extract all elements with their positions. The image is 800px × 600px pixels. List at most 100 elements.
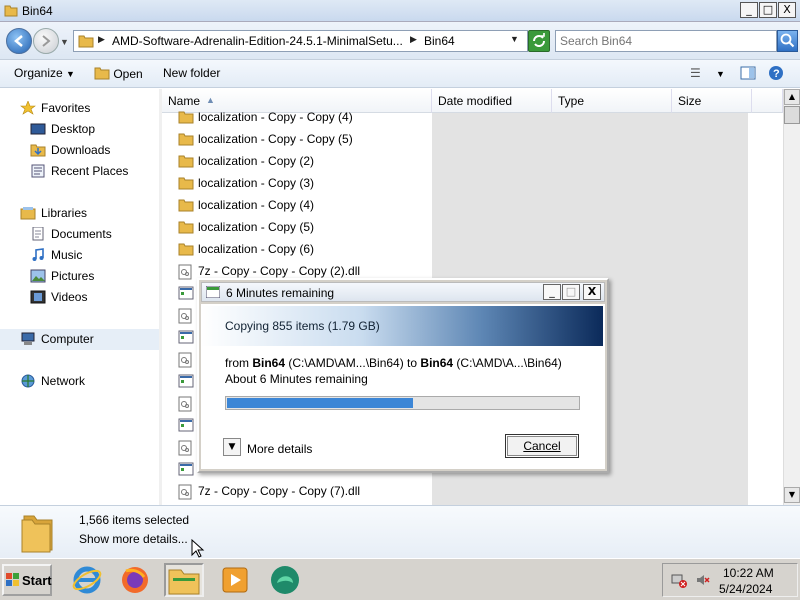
minimize-button[interactable]: _ (740, 2, 758, 18)
taskbar-edge[interactable] (268, 563, 302, 597)
network-icon (21, 374, 35, 388)
media-player-icon (222, 567, 248, 593)
videos-icon (30, 290, 46, 304)
navigation-pane: Favorites Desktop Downloads Recent Place… (0, 89, 159, 505)
dialog-close-button[interactable]: X (583, 284, 601, 300)
copy-window-icon (206, 286, 220, 298)
command-toolbar: Organize ▼ Open New folder ☰ ▼ ? (0, 60, 800, 88)
clock-time[interactable]: 10:22 AM (723, 566, 774, 580)
maximize-button[interactable]: □ (759, 2, 777, 18)
file-row[interactable]: localization - Copy - Copy (4) (162, 107, 783, 129)
dialog-minimize-button[interactable]: _ (543, 284, 561, 300)
nav-downloads[interactable]: Downloads (0, 140, 159, 161)
file-row[interactable]: localization - Copy (2) (162, 151, 783, 173)
address-field[interactable]: ▶ AMD-Software-Adrenalin-Edition-24.5.1-… (73, 30, 528, 52)
destination-folder-link[interactable]: Bin64 (420, 356, 453, 370)
file-row[interactable]: localization - Copy (3) (162, 173, 783, 195)
taskbar-firefox[interactable] (118, 563, 152, 597)
copy-progress-dialog: 6 Minutes remaining _ □ X Copying 855 it… (197, 278, 609, 473)
multiple-folders-icon (21, 515, 53, 553)
forward-button[interactable] (33, 28, 59, 54)
dll-file-icon (178, 308, 192, 327)
back-button[interactable] (6, 28, 32, 54)
dialog-title-bar[interactable]: 6 Minutes remaining _ □ X (201, 282, 605, 302)
network-alert-icon[interactable] (671, 572, 687, 588)
file-row[interactable]: localization - Copy (6) (162, 239, 783, 261)
nav-favorites[interactable]: Favorites (0, 98, 159, 119)
file-name: 7z - Copy - Copy - Copy (2).dll (198, 264, 361, 278)
file-row[interactable]: localization - Copy (4) (162, 195, 783, 217)
vertical-scrollbar[interactable]: ▲ ▼ (783, 89, 800, 505)
taskbar-internet-explorer[interactable] (70, 563, 104, 597)
libraries-icon (20, 207, 36, 220)
breadcrumb-chevron-icon[interactable]: ▶ (98, 34, 105, 45)
music-icon (32, 248, 44, 261)
cancel-button[interactable]: Cancel (505, 434, 579, 458)
scroll-thumb[interactable] (784, 106, 800, 124)
search-box[interactable] (555, 30, 777, 52)
views-icon[interactable]: ☰ (690, 66, 701, 80)
organize-button[interactable]: Organize ▼ (14, 66, 75, 80)
nav-recent-places[interactable]: Recent Places (0, 161, 159, 182)
close-button[interactable]: X (778, 2, 796, 18)
nav-computer[interactable]: Computer (0, 329, 159, 350)
taskbar-media-player[interactable] (218, 563, 252, 597)
firefox-icon (122, 567, 148, 593)
open-button[interactable]: Open (94, 66, 143, 81)
address-history-dropdown[interactable]: ▼ (510, 34, 519, 44)
recent-pages-dropdown[interactable]: ▼ (60, 37, 69, 47)
clock-date[interactable]: 5/24/2024 (719, 582, 772, 596)
preview-pane-icon[interactable] (740, 66, 756, 80)
more-details-toggle[interactable]: ▼ (223, 438, 241, 456)
more-details-label[interactable]: More details (247, 442, 312, 456)
edge-icon (271, 566, 299, 594)
file-name: localization - Copy - Copy (4) (198, 110, 353, 124)
dll-file-icon (178, 440, 192, 459)
desktop-icon (30, 123, 46, 135)
breadcrumb-chevron-icon[interactable]: ▶ (410, 34, 417, 45)
nav-desktop[interactable]: Desktop (0, 119, 159, 140)
nav-label: Music (51, 248, 83, 262)
search-input[interactable] (560, 33, 770, 49)
back-arrow-icon (14, 35, 23, 47)
scroll-up-button[interactable]: ▲ (784, 89, 800, 105)
folder-icon (178, 176, 194, 193)
dialog-banner: Copying 855 items (1.79 GB) (201, 306, 603, 346)
start-button[interactable]: Start (2, 564, 52, 596)
file-row[interactable]: localization - Copy (5) (162, 217, 783, 239)
nav-network[interactable]: Network (0, 371, 159, 392)
refresh-button[interactable] (528, 30, 550, 52)
application-icon (178, 330, 194, 347)
file-row[interactable]: 7z - Copy - Copy - Copy (7).dll (162, 481, 783, 503)
help-icon[interactable]: ? (768, 65, 784, 81)
breadcrumb-parent[interactable]: AMD-Software-Adrenalin-Edition-24.5.1-Mi… (112, 34, 403, 48)
time-remaining: About 6 Minutes remaining (225, 372, 368, 386)
nav-documents[interactable]: Documents (0, 224, 159, 245)
nav-label: Downloads (51, 143, 111, 157)
dialog-body: Copying 855 items (1.79 GB) from Bin64 (… (201, 304, 605, 469)
file-name: localization - Copy (2) (198, 154, 315, 168)
scroll-down-button[interactable]: ▼ (784, 487, 800, 503)
nav-libraries[interactable]: Libraries (0, 203, 159, 224)
views-dropdown-icon[interactable]: ▼ (716, 69, 725, 79)
file-row[interactable]: localization - Copy - Copy (5) (162, 129, 783, 151)
copy-from-to: from Bin64 (C:\AMD\AM...\Bin64) to Bin64… (225, 356, 562, 370)
source-folder-link[interactable]: Bin64 (252, 356, 285, 370)
new-folder-button[interactable]: New folder (163, 66, 220, 80)
start-label: Start (22, 573, 52, 588)
nav-music[interactable]: Music (0, 245, 159, 266)
breadcrumb-current[interactable]: Bin64 (424, 34, 455, 48)
nav-videos[interactable]: Videos (0, 287, 159, 308)
file-name: localization - Copy (5) (198, 220, 315, 234)
nav-pictures[interactable]: Pictures (0, 266, 159, 287)
show-more-details-link[interactable]: Show more details... (79, 532, 188, 546)
system-tray: 10:22 AM 5/24/2024 (662, 563, 798, 597)
taskbar-explorer[interactable] (164, 563, 204, 597)
search-button[interactable] (777, 30, 798, 52)
chevron-down-icon: ▼ (66, 69, 75, 79)
copy-heading: Copying 855 items (1.79 GB) (225, 319, 380, 333)
forward-arrow-icon (42, 35, 51, 47)
volume-muted-icon[interactable] (695, 572, 711, 588)
nav-label: Documents (51, 227, 112, 241)
column-label: Size (678, 94, 702, 108)
